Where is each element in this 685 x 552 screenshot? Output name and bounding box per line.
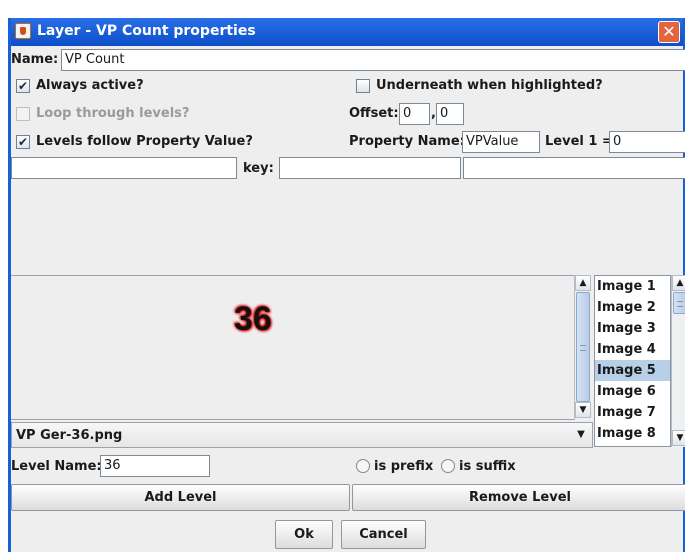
image-list-items: Image 1 Image 2 Image 3 Image 4 Image 5 Image…: [595, 276, 670, 444]
level-name-label: Level Name:: [11, 459, 102, 474]
key-right-field[interactable]: [463, 157, 685, 179]
close-button[interactable]: ✕: [658, 21, 680, 43]
preview-scroll-down-button[interactable]: ▼: [575, 402, 591, 418]
key-left-field[interactable]: [11, 157, 237, 179]
cancel-button[interactable]: Cancel: [341, 520, 426, 549]
image-list-item[interactable]: Image 6: [595, 381, 670, 402]
java-app-icon: [15, 23, 31, 39]
image-file-value: VP Ger-36.png: [16, 428, 123, 443]
levels-follow-checkbox[interactable]: ✔: [16, 135, 30, 149]
image-list-item[interactable]: Image 8: [595, 423, 670, 444]
always-active-checkbox[interactable]: ✔: [16, 79, 30, 93]
key-field[interactable]: [279, 157, 461, 179]
levels-follow-label: Levels follow Property Value?: [36, 134, 253, 149]
image-list-item[interactable]: Image 5: [595, 360, 670, 381]
underneath-checkbox[interactable]: [356, 79, 370, 93]
image-list-item[interactable]: Image 2: [595, 297, 670, 318]
add-level-button[interactable]: Add Level: [11, 484, 350, 511]
level1-field[interactable]: 0: [609, 131, 685, 153]
offset-x-field[interactable]: 0: [399, 103, 430, 125]
is-prefix-radio[interactable]: [356, 459, 370, 473]
properties-dialog: Layer - VP Count properties ✕ Name: VP C…: [8, 18, 685, 552]
image-list-scroll-down-button[interactable]: ▼: [672, 430, 685, 446]
preview-scroll-thumb[interactable]: [576, 292, 590, 402]
chevron-down-icon[interactable]: ▼: [571, 425, 591, 445]
image-list-scrollbar[interactable]: ▲ ▼: [671, 275, 685, 447]
property-name-field[interactable]: VPValue: [462, 131, 540, 153]
is-prefix-label: is prefix: [374, 459, 434, 474]
image-list[interactable]: Image 1 Image 2 Image 3 Image 4 Image 5 Image…: [594, 275, 671, 447]
level-name-field[interactable]: 36: [100, 455, 210, 477]
image-list-item[interactable]: Image 7: [595, 402, 670, 423]
offset-y-field[interactable]: 0: [436, 103, 464, 125]
level1-label: Level 1 =: [545, 134, 613, 149]
image-preview-panel: [11, 275, 574, 420]
offset-label: Offset:: [349, 106, 399, 121]
remove-level-button[interactable]: Remove Level: [352, 484, 685, 511]
preview-scrollbar[interactable]: ▲ ▼: [574, 275, 591, 420]
name-field[interactable]: VP Count: [61, 49, 685, 71]
is-suffix-radio[interactable]: [441, 459, 455, 473]
loop-levels-label: Loop through levels?: [36, 106, 190, 121]
window-title: Layer - VP Count properties: [37, 23, 256, 39]
image-list-item[interactable]: Image 1: [595, 276, 670, 297]
ok-button[interactable]: Ok: [275, 520, 333, 549]
image-list-item[interactable]: Image 4: [595, 339, 670, 360]
name-label: Name:: [11, 52, 59, 67]
preview-image-number: 36: [234, 300, 272, 338]
key-label: key:: [243, 161, 274, 176]
loop-levels-checkbox: [16, 107, 30, 121]
image-list-scroll-up-button[interactable]: ▲: [672, 275, 685, 291]
underneath-label: Underneath when highlighted?: [376, 78, 603, 93]
image-list-item[interactable]: Image 3: [595, 318, 670, 339]
is-suffix-label: is suffix: [459, 459, 516, 474]
image-list-scroll-thumb[interactable]: [673, 292, 685, 314]
image-file-combo[interactable]: VP Ger-36.png ▼: [11, 422, 593, 448]
title-bar[interactable]: Layer - VP Count properties ✕: [11, 18, 683, 46]
property-name-label: Property Name:: [349, 134, 465, 149]
always-active-label: Always active?: [36, 78, 144, 93]
preview-scroll-up-button[interactable]: ▲: [575, 275, 591, 291]
